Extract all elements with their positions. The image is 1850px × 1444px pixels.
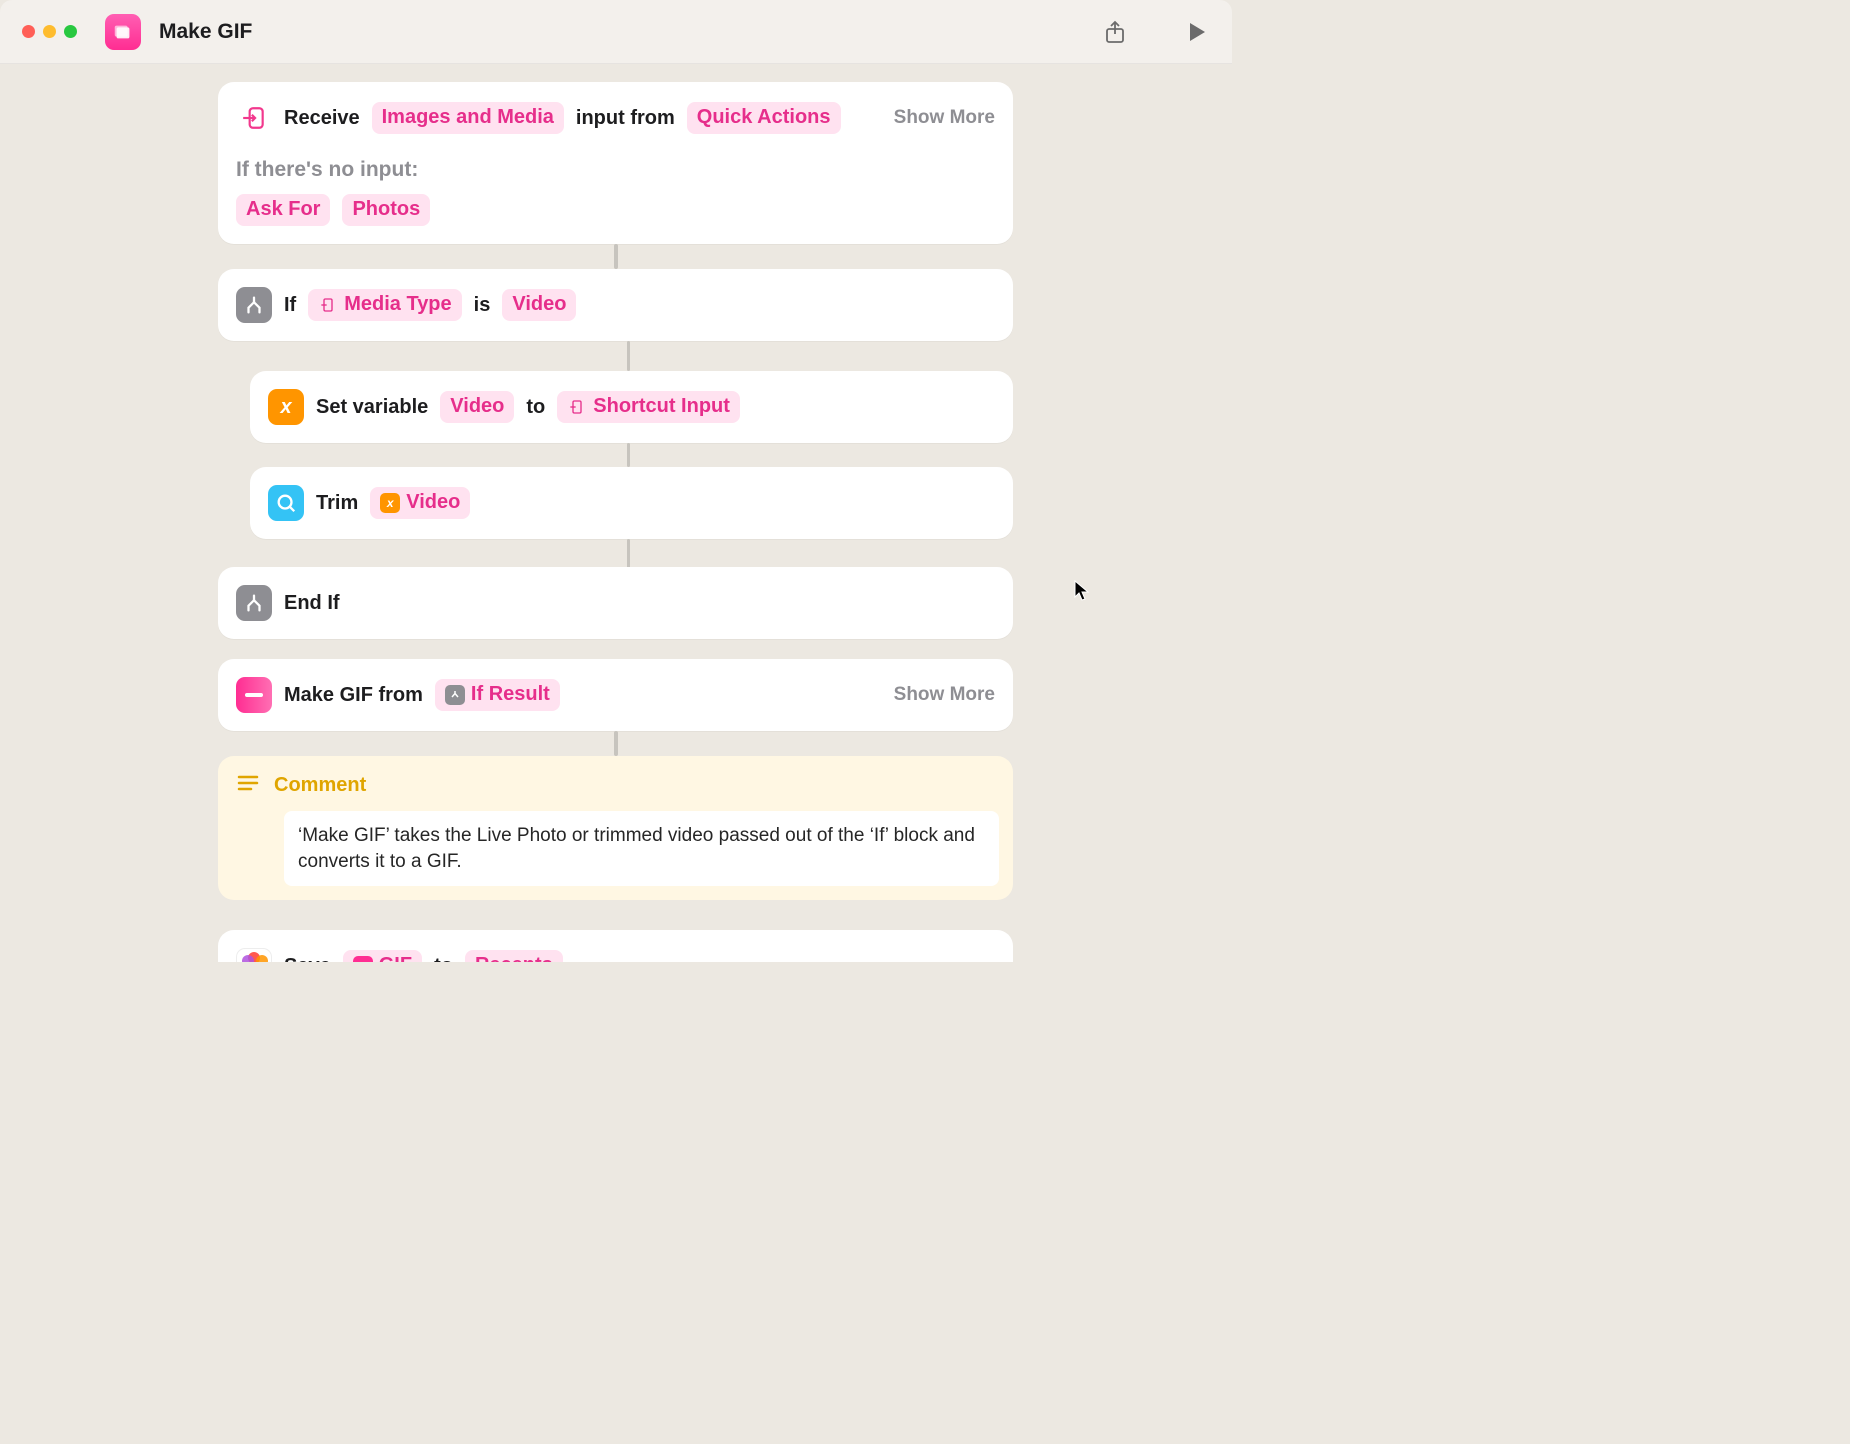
- run-button[interactable]: [1184, 19, 1210, 45]
- makegif-show-more[interactable]: Show More: [894, 684, 995, 706]
- comment-icon: [236, 772, 260, 799]
- zoom-dot[interactable]: [64, 25, 77, 38]
- action-stack: Receive Images and Media input from Quic…: [218, 82, 1013, 962]
- connector-1: [614, 244, 618, 269]
- comment-body[interactable]: ‘Make GIF’ takes the Live Photo or trimm…: [284, 811, 999, 886]
- traffic-lights: [22, 25, 77, 38]
- doc-magic-icon: [318, 295, 338, 315]
- photos-flower-icon: [240, 952, 268, 962]
- recents-token[interactable]: Recents: [465, 950, 563, 962]
- if-result-text: If Result: [471, 683, 550, 706]
- set-variable-action-card[interactable]: x Set variable Video to Shortcut Input: [250, 371, 1013, 443]
- ask-for-token[interactable]: Ask For: [236, 194, 330, 226]
- shortcut-app-icon: [105, 14, 141, 50]
- save-label: Save: [284, 955, 331, 962]
- if-icon: [236, 287, 272, 323]
- setvar-a: Set variable: [316, 396, 428, 419]
- comment-title: Comment: [274, 774, 366, 797]
- if-video-token[interactable]: Video: [502, 289, 576, 321]
- receive-icon: [236, 100, 272, 136]
- photos-token[interactable]: Photos: [342, 194, 430, 226]
- comment-card[interactable]: Comment ‘Make GIF’ takes the Live Photo …: [218, 756, 1013, 900]
- magnify-q-icon: [275, 492, 297, 514]
- branch-icon: [243, 592, 265, 614]
- end-if-label: End If: [284, 592, 340, 615]
- trim-video-text: Video: [406, 491, 460, 514]
- connector-3: [627, 443, 630, 467]
- if-media-type-token[interactable]: Media Type: [308, 289, 461, 321]
- make-gif-icon: [236, 677, 272, 713]
- images-icon: [112, 21, 134, 43]
- gif-text: GIF: [379, 954, 412, 962]
- photos-app-icon: [236, 948, 272, 962]
- if-is: is: [474, 294, 491, 317]
- input-arrow-doc-icon: [241, 105, 267, 131]
- variable-mini-icon: x: [380, 493, 400, 513]
- receive-mid: input from: [576, 107, 675, 130]
- setvar-varname-token[interactable]: Video: [440, 391, 514, 423]
- receive-action-card[interactable]: Receive Images and Media input from Quic…: [218, 82, 1013, 244]
- receive-quick-actions-token[interactable]: Quick Actions: [687, 102, 841, 134]
- makegif-label: Make GIF from: [284, 684, 423, 707]
- if-action-card[interactable]: If Media Type is Video: [218, 269, 1013, 341]
- trim-label: Trim: [316, 492, 358, 515]
- shortcuts-editor-window: Make GIF: [0, 0, 1232, 962]
- mouse-cursor-icon: [1074, 580, 1090, 602]
- trim-action-card[interactable]: Trim x Video: [250, 467, 1013, 539]
- shortcut-input-token[interactable]: Shortcut Input: [557, 391, 740, 423]
- receive-prefix: Receive: [284, 107, 360, 130]
- receive-show-more[interactable]: Show More: [894, 107, 995, 129]
- editor-canvas[interactable]: Receive Images and Media input from Quic…: [0, 64, 1232, 962]
- quicklook-app-icon: [268, 485, 304, 521]
- titlebar: Make GIF: [0, 0, 1232, 64]
- minimize-dot[interactable]: [43, 25, 56, 38]
- branch-icon: [243, 294, 265, 316]
- share-icon: [1104, 20, 1126, 44]
- make-gif-action-card[interactable]: Make GIF from If Result Show More: [218, 659, 1013, 731]
- end-if-action-card[interactable]: End If: [218, 567, 1013, 639]
- media-type-text: Media Type: [344, 293, 451, 316]
- branch-mini-icon: [445, 685, 465, 705]
- connector-5: [614, 731, 618, 756]
- variable-icon: x: [268, 389, 304, 425]
- setvar-to: to: [526, 396, 545, 419]
- close-dot[interactable]: [22, 25, 35, 38]
- no-input-header: If there's no input:: [232, 140, 999, 194]
- receive-images-media-token[interactable]: Images and Media: [372, 102, 564, 134]
- gif-glyph-icon: [243, 688, 265, 702]
- if-result-token[interactable]: If Result: [435, 679, 560, 711]
- shortcut-input-mini-icon: [567, 397, 587, 417]
- end-if-icon: [236, 585, 272, 621]
- gif-token[interactable]: GIF: [343, 950, 422, 962]
- shortcut-input-text: Shortcut Input: [593, 395, 730, 418]
- gif-mini-icon: [353, 956, 373, 962]
- save-to: to: [434, 955, 453, 962]
- save-action-card[interactable]: Save GIF to Recents: [218, 930, 1013, 962]
- play-icon: [1187, 21, 1207, 43]
- connector-2: [627, 341, 630, 371]
- share-button[interactable]: [1102, 19, 1128, 45]
- lines-icon: [236, 772, 260, 794]
- window-title: Make GIF: [159, 20, 252, 44]
- trim-video-token[interactable]: x Video: [370, 487, 470, 519]
- if-label: If: [284, 294, 296, 317]
